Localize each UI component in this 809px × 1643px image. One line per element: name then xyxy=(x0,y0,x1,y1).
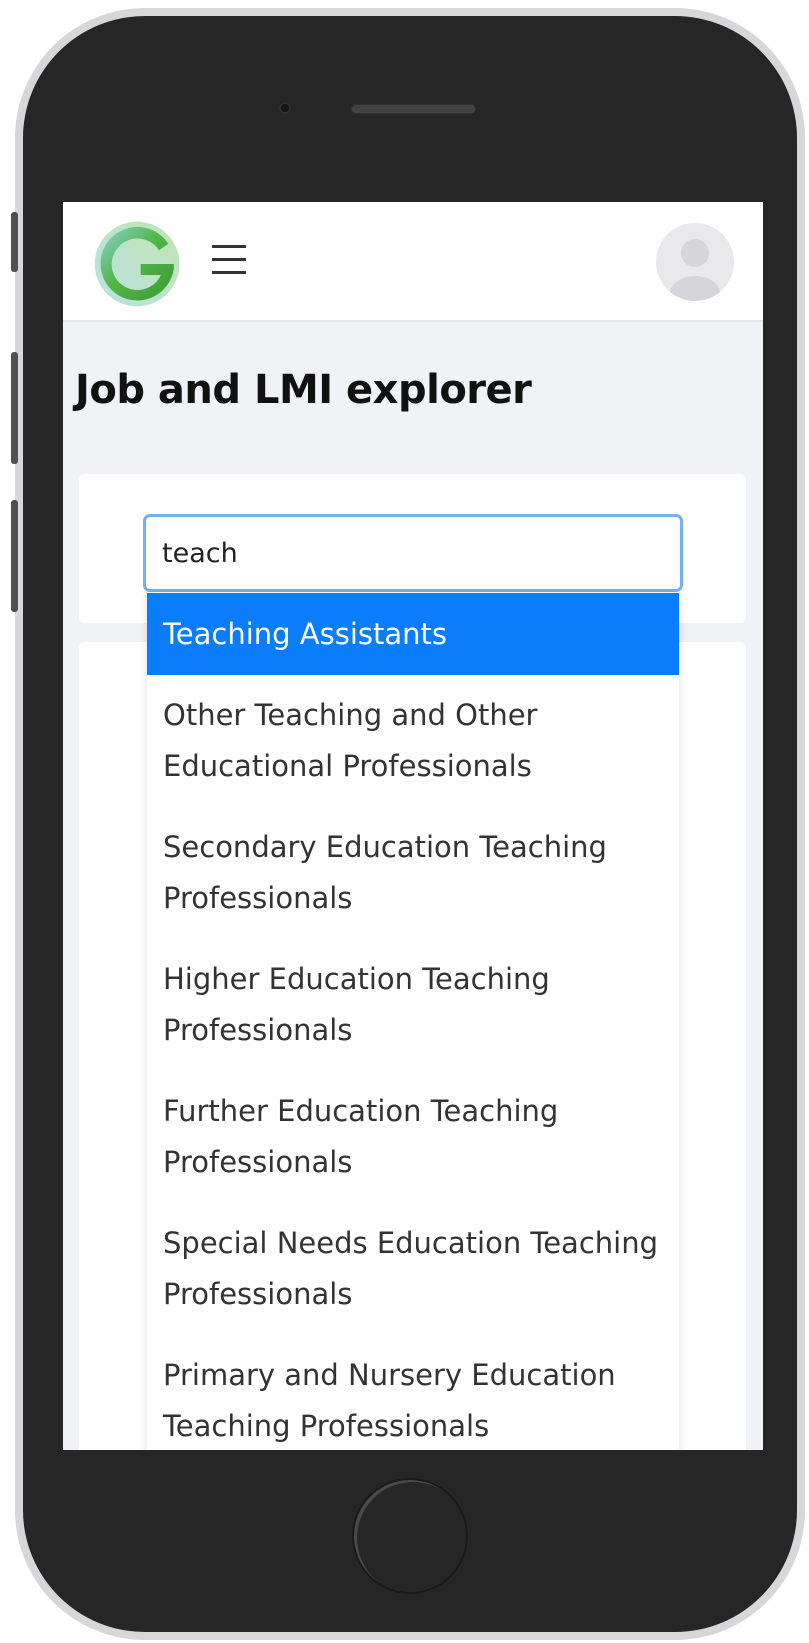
hamburger-menu-icon[interactable] xyxy=(212,243,246,277)
page-title: Job and LMI explorer xyxy=(75,367,532,413)
suggestion-label: Special Needs Education Teaching Profess… xyxy=(163,1226,658,1311)
suggestion-label: Further Education Teaching Professionals xyxy=(163,1094,559,1179)
volume-up-button xyxy=(11,352,18,464)
suggestion-item[interactable]: Special Needs Education Teaching Profess… xyxy=(147,1203,679,1335)
front-camera xyxy=(279,102,291,114)
earpiece-speaker xyxy=(351,104,476,114)
phone-screen: Job and LMI explorer Teaching Assistants… xyxy=(63,202,763,1450)
suggestion-label: Other Teaching and Other Educational Pro… xyxy=(163,698,538,783)
suggestion-label: Teaching Assistants xyxy=(163,616,448,651)
autocomplete-dropdown: Teaching Assistants Other Teaching and Ot… xyxy=(147,593,679,1450)
app-header xyxy=(63,202,763,322)
suggestion-item[interactable]: Secondary Education Teaching Professiona… xyxy=(147,807,679,939)
suggestion-item[interactable]: Higher Education Teaching Professionals xyxy=(147,939,679,1071)
g-logo-icon[interactable] xyxy=(91,218,183,310)
suggestion-item[interactable]: Further Education Teaching Professionals xyxy=(147,1071,679,1203)
suggestion-label: Secondary Education Teaching Professiona… xyxy=(163,830,607,915)
user-avatar-icon[interactable] xyxy=(656,223,734,301)
suggestion-item[interactable]: Other Teaching and Other Educational Pro… xyxy=(147,675,679,807)
suggestion-item[interactable]: Primary and Nursery Education Teaching P… xyxy=(147,1335,679,1450)
mute-switch xyxy=(11,212,18,272)
search-input[interactable] xyxy=(143,514,683,592)
volume-down-button xyxy=(11,500,18,612)
suggestion-item[interactable]: Teaching Assistants xyxy=(147,593,679,675)
suggestion-label: Higher Education Teaching Professionals xyxy=(163,962,550,1047)
suggestion-label: Primary and Nursery Education Teaching P… xyxy=(163,1358,616,1443)
home-button[interactable] xyxy=(352,1478,468,1594)
